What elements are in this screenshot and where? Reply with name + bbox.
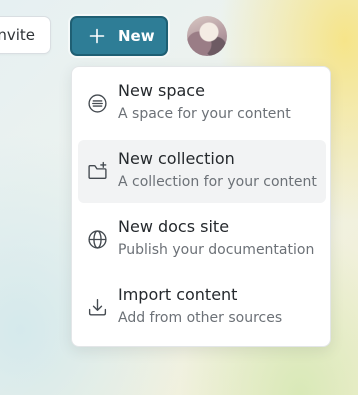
menu-item-import-content[interactable]: Import content Add from other sources <box>78 276 326 339</box>
menu-item-new-collection[interactable]: New collection A collection for your con… <box>78 140 326 203</box>
space-icon <box>88 94 107 113</box>
menu-item-description: Add from other sources <box>118 310 283 326</box>
new-menu-dropdown: New space A space for your content New c… <box>71 66 331 347</box>
new-button-label: New <box>118 27 155 45</box>
globe-icon <box>88 230 107 249</box>
invite-button-label: nvite <box>0 26 35 44</box>
import-icon <box>88 298 107 316</box>
avatar[interactable] <box>187 16 227 56</box>
new-button[interactable]: New <box>70 16 168 56</box>
menu-item-description: Publish your documentation <box>118 242 315 258</box>
menu-item-new-space[interactable]: New space A space for your content <box>78 72 326 135</box>
menu-item-title: New docs site <box>118 217 230 236</box>
folder-plus-icon <box>88 161 107 180</box>
menu-item-new-docs-site[interactable]: New docs site Publish your documentation <box>78 208 326 271</box>
menu-item-title: Import content <box>118 285 238 304</box>
menu-item-title: New collection <box>118 149 235 168</box>
invite-button[interactable]: nvite <box>0 16 51 54</box>
menu-item-description: A collection for your content <box>118 174 317 190</box>
menu-item-description: A space for your content <box>118 106 291 122</box>
menu-item-title: New space <box>118 81 205 100</box>
plus-icon <box>89 28 105 44</box>
